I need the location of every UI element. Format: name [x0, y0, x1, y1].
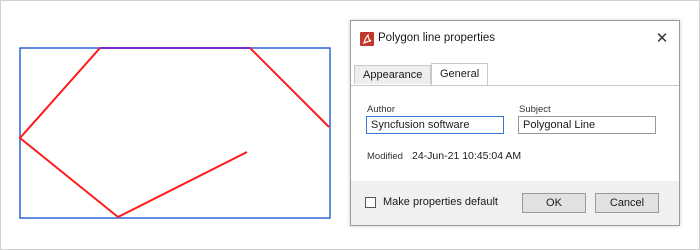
cancel-button[interactable]: Cancel [595, 193, 659, 213]
make-default-checkbox[interactable] [365, 197, 376, 208]
tab-strip: Appearance General [351, 63, 679, 85]
polygon-line-annotation[interactable] [18, 47, 330, 219]
polygon-line-properties-dialog: Polygon line properties ✕ Appearance Gen… [350, 20, 680, 226]
subject-field[interactable] [518, 116, 656, 134]
modified-value: 24-Jun-21 10:45:04 AM [412, 150, 522, 162]
make-default-label: Make properties default [383, 196, 498, 208]
author-label: Author [367, 104, 395, 115]
subject-label: Subject [519, 104, 551, 115]
dialog-footer: Make properties default OK Cancel [351, 181, 679, 225]
dialog-titlebar: Polygon line properties ✕ [351, 21, 679, 57]
close-icon[interactable]: ✕ [653, 29, 671, 47]
tab-general[interactable]: General [431, 63, 489, 85]
ok-button[interactable]: OK [522, 193, 586, 213]
tab-appearance[interactable]: Appearance [354, 65, 432, 84]
author-field[interactable] [366, 116, 504, 134]
polyline-selection-bounds[interactable] [19, 47, 331, 219]
tab-divider [351, 85, 679, 86]
dialog-title: Polygon line properties [378, 32, 495, 44]
pdf-document-icon [360, 32, 374, 46]
modified-label: Modified [367, 151, 403, 162]
